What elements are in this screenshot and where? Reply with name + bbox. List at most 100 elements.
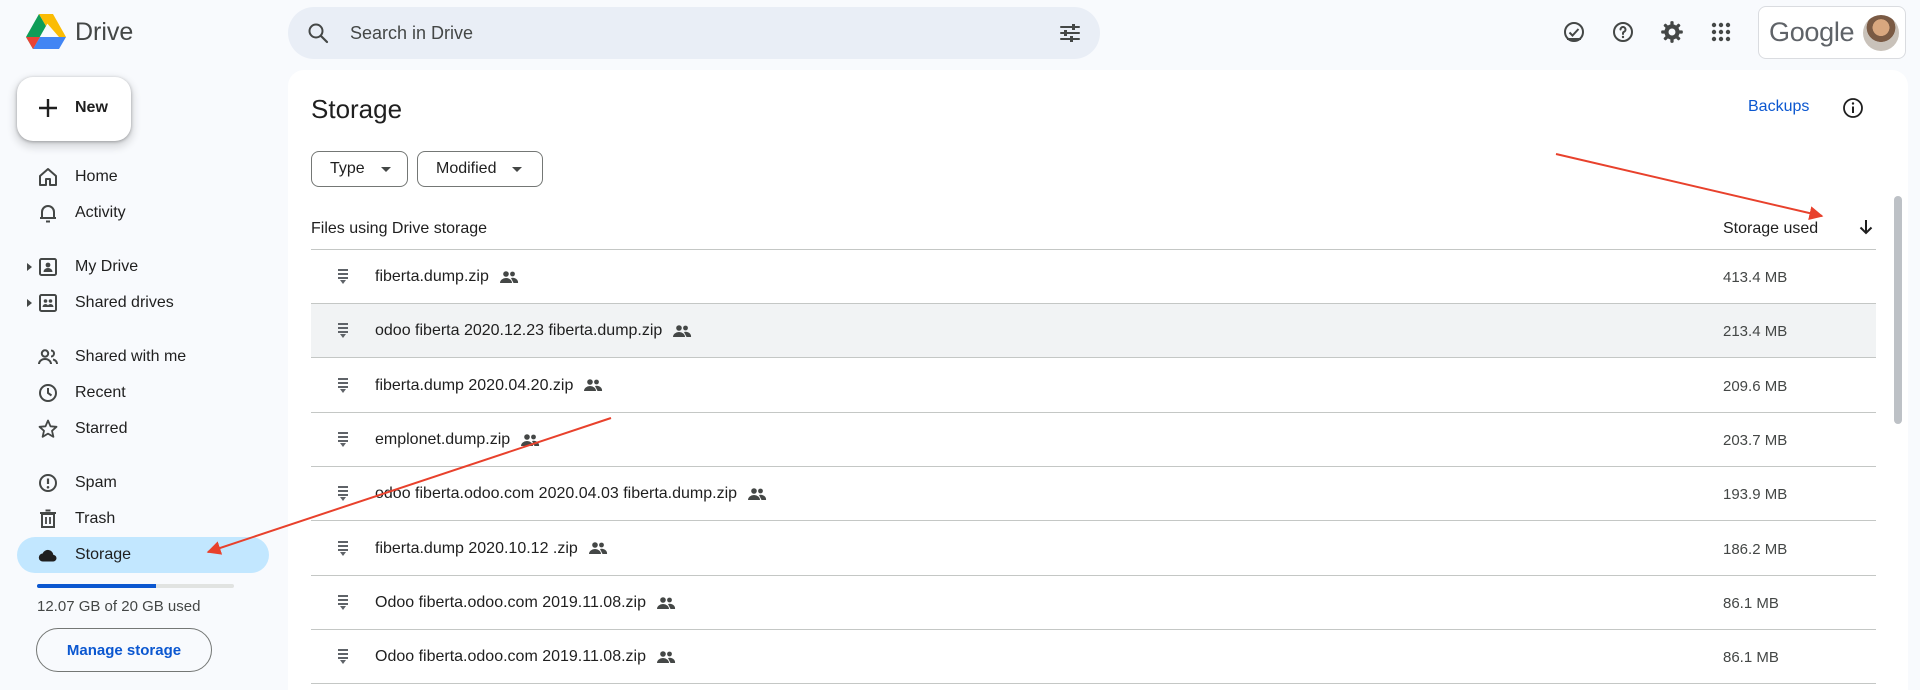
drive-app: Drive Search in Drive Google New Home Ac… [0, 0, 1920, 690]
shared-people-icon [657, 596, 676, 609]
sort-descending-icon[interactable] [1855, 216, 1877, 238]
file-name: odoo fiberta 2020.12.23 fiberta.dump.zip [375, 322, 663, 340]
plus-icon [39, 99, 57, 117]
offline-ready-icon[interactable] [1556, 14, 1592, 50]
file-name-cell: fiberta.dump 2020.04.20.zip [375, 377, 603, 395]
shared-people-icon [588, 542, 607, 555]
dropdown-arrow-icon [380, 166, 391, 172]
sidebar-item-label: Shared with me [75, 348, 187, 365]
file-row[interactable]: fiberta.dump.zip 413.4 MB [311, 250, 1876, 304]
account-switcher[interactable]: Google [1758, 6, 1906, 59]
top-bar: Drive Search in Drive Google [0, 0, 1920, 64]
zip-file-icon [338, 431, 348, 447]
info-icon[interactable] [1841, 96, 1865, 120]
header-actions [1556, 14, 1752, 50]
file-name: emplonet.dump.zip [375, 430, 511, 448]
column-header-storage-used[interactable]: Storage used [1723, 220, 1818, 238]
shared-people-icon [657, 651, 676, 663]
trash-icon [40, 509, 56, 528]
new-button-label: New [75, 99, 108, 116]
file-size: 186.2 MB [1723, 540, 1788, 558]
search-input[interactable] [350, 19, 990, 47]
file-row[interactable]: odoo fiberta.odoo.com 2020.04.03 fiberta… [311, 467, 1876, 522]
filter-label: Type [330, 160, 365, 177]
file-row[interactable]: Odoo fiberta.odoo.com 2019.11.08.zip 86.1… [311, 630, 1876, 685]
expand-caret-icon[interactable] [27, 299, 32, 307]
scrollbar-thumb[interactable] [1894, 196, 1902, 424]
storage-usage-fill [37, 584, 156, 588]
file-name-cell: odoo fiberta 2020.12.23 fiberta.dump.zip [375, 322, 692, 340]
zip-file-icon [338, 323, 348, 339]
file-name: odoo fiberta.odoo.com 2020.04.03 fiberta… [375, 485, 738, 503]
my-drive-icon [39, 258, 57, 276]
apps-grid-icon[interactable] [1703, 14, 1739, 50]
file-name-cell: emplonet.dump.zip [375, 431, 540, 449]
sidebar-item-label: Spam [75, 474, 117, 491]
sidebar-item-storage[interactable]: Storage [17, 537, 269, 573]
search-options-icon[interactable] [1058, 21, 1082, 45]
file-row[interactable]: fiberta.dump 2020.10.12 .zip 186.2 MB [311, 522, 1876, 576]
sidebar-item-label: Activity [75, 204, 126, 221]
shared-people-icon [673, 325, 692, 338]
file-name-cell: Odoo fiberta.odoo.com 2019.11.08.zip [375, 594, 676, 612]
modified-filter-chip[interactable]: Modified [417, 151, 543, 187]
file-row[interactable]: fiberta.dump 2020.04.20.zip 209.6 MB [311, 359, 1876, 413]
cloud-icon [38, 549, 57, 562]
sidebar-item-my-drive[interactable]: My Drive [17, 249, 269, 285]
file-size: 86.1 MB [1723, 649, 1779, 667]
drive-logo[interactable]: Drive [26, 14, 133, 50]
clock-icon [39, 384, 57, 402]
filter-label: Modified [436, 160, 497, 177]
file-name: fiberta.dump 2020.10.12 .zip [375, 539, 578, 557]
type-filter-chip[interactable]: Type [311, 151, 408, 187]
zip-file-icon [338, 269, 348, 284]
zip-file-icon [338, 377, 348, 393]
file-size: 213.4 MB [1723, 323, 1788, 341]
bell-icon [40, 205, 56, 223]
sidebar-item-label: Shared drives [75, 294, 174, 311]
manage-storage-button[interactable]: Manage storage [36, 628, 212, 672]
zip-file-icon [338, 486, 348, 502]
avatar[interactable] [1863, 15, 1899, 51]
sidebar-item-label: Recent [75, 384, 126, 401]
storage-usage-text: 12.07 GB of 20 GB used [37, 598, 201, 615]
file-row[interactable]: emplonet.dump.zip 203.7 MB [311, 413, 1876, 467]
file-list-header: Files using Drive storage Storage used [311, 206, 1876, 250]
file-size: 86.1 MB [1723, 594, 1779, 612]
storage-usage-bar [37, 584, 234, 588]
sidebar-item-shared-with-me[interactable]: Shared with me [17, 339, 269, 375]
search-icon[interactable] [306, 21, 330, 45]
home-icon [39, 168, 57, 186]
drive-logo-icon [26, 14, 66, 49]
star-icon [38, 419, 58, 438]
file-name-cell: odoo fiberta.odoo.com 2020.04.03 fiberta… [375, 485, 767, 503]
settings-icon[interactable] [1654, 14, 1690, 50]
zip-file-icon [338, 594, 348, 610]
shared-drives-icon [39, 294, 57, 312]
shared-people-icon [748, 488, 767, 500]
file-size: 413.4 MB [1723, 269, 1788, 286]
sidebar-item-label: Starred [75, 420, 128, 437]
file-name: fiberta.dump.zip [375, 268, 489, 285]
column-header-name: Files using Drive storage [311, 220, 488, 237]
sidebar-item-home[interactable]: Home [17, 159, 269, 195]
sidebar-item-recent[interactable]: Recent [17, 375, 269, 411]
sidebar-item-starred[interactable]: Starred [17, 411, 269, 447]
sidebar-item-spam[interactable]: Spam [17, 465, 269, 501]
backups-link[interactable]: Backups [1748, 98, 1809, 116]
file-name: Odoo fiberta.odoo.com 2019.11.08.zip [375, 648, 646, 666]
file-name-cell: Odoo fiberta.odoo.com 2019.11.08.zip [375, 648, 676, 666]
sidebar-item-shared-drives[interactable]: Shared drives [17, 285, 269, 321]
file-name: Odoo fiberta.odoo.com 2019.11.08.zip [375, 593, 646, 611]
file-row[interactable]: odoo fiberta 2020.12.23 fiberta.dump.zip… [311, 304, 1876, 359]
google-wordmark: Google [1769, 17, 1855, 47]
search-bar[interactable] [288, 7, 1100, 59]
sidebar-item-activity[interactable]: Activity [17, 195, 269, 231]
new-button[interactable]: New [17, 77, 131, 141]
file-size: 209.6 MB [1723, 377, 1788, 395]
file-row[interactable]: Odoo fiberta.odoo.com 2019.11.08.zip 86.1… [311, 576, 1876, 630]
expand-caret-icon[interactable] [27, 263, 32, 271]
help-icon[interactable] [1605, 14, 1641, 50]
sidebar-item-label: Trash [75, 510, 116, 527]
sidebar-item-trash[interactable]: Trash [17, 501, 269, 537]
